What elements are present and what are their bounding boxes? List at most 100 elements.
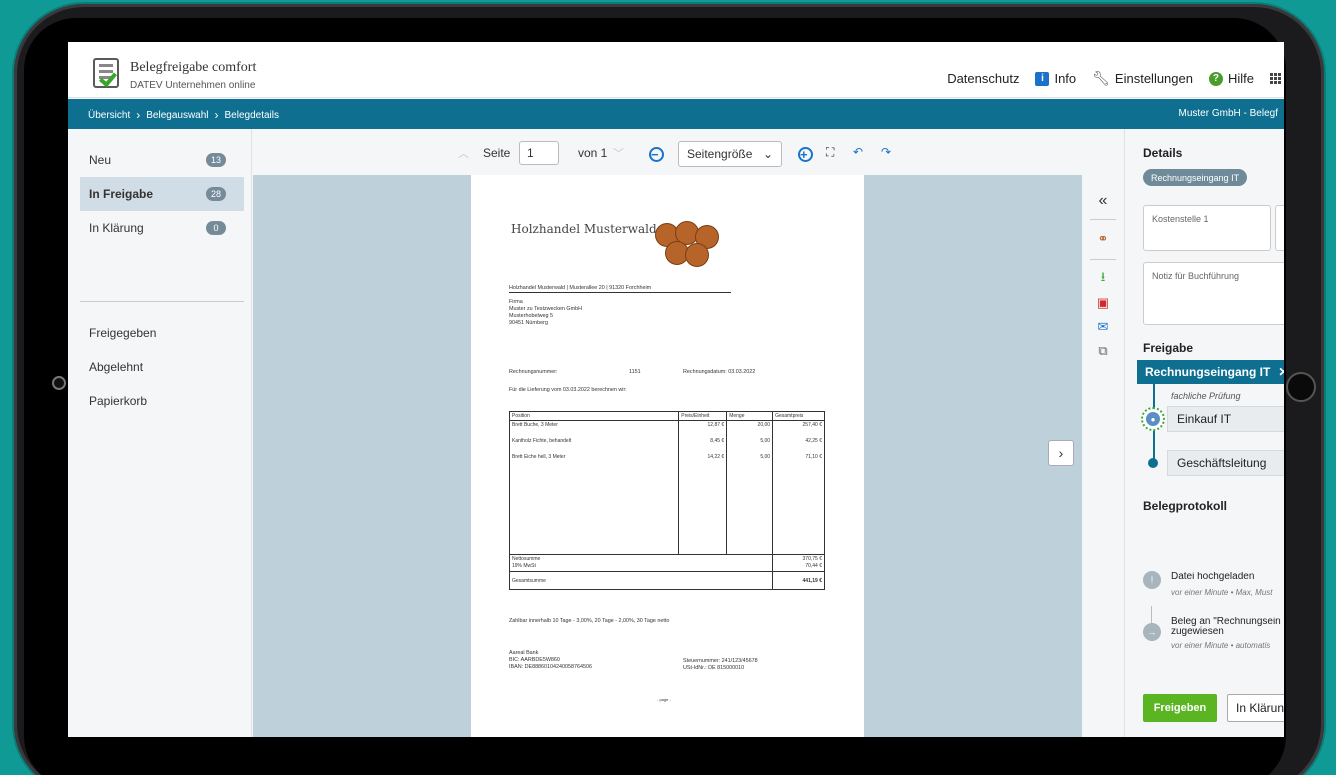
zoom-out-icon[interactable]: − — [649, 147, 664, 162]
tag-badge[interactable]: Rechnungseingang IT — [1143, 169, 1248, 186]
bank-line: IBAN: DE88860104240058764506 — [509, 664, 593, 670]
table-cell: Brett Buche, 3 Meter — [508, 420, 680, 437]
document-toolbar: ︿ Seite 1 von 1 ﹀ − Seitengröße ⌄ + ⛶ ↶ ↷ — [253, 129, 1082, 175]
download-icon[interactable]: ⭳ — [1094, 269, 1112, 287]
tablet-home-button — [1286, 372, 1316, 402]
settings-link-label: Einstellungen — [1114, 71, 1193, 86]
collapse-double-chevron-icon[interactable]: « — [1094, 192, 1112, 209]
copy-icon[interactable]: ⧉ — [1094, 343, 1112, 359]
invoice-company: Holzhandel Musterwald — [511, 222, 657, 236]
wrench-icon: 🔧︎ — [1092, 70, 1110, 86]
address-line: Musterhobelweg 5 — [509, 313, 554, 319]
app-screen: Belegfreigabe comfort DATEV Unternehmen … — [68, 42, 1284, 737]
chevron-up-icon[interactable]: ︿ — [458, 145, 469, 161]
table-row: Brett Buche, 3 Meter 12,87 € 20,00 257,4… — [508, 420, 825, 437]
invoice-address: Firma Muster zu Testzwecken GmbH Musterh… — [509, 299, 582, 327]
table-header: Preis/Einheit — [678, 411, 728, 421]
sidebar: Neu 13 In Freigabe 28 In Klärung 0 Freig… — [68, 129, 252, 737]
net-value: 370,75 € — [802, 556, 822, 562]
sidebar-item-approved[interactable]: Freigegeben — [80, 316, 244, 350]
table-cell: 257,40 € — [772, 420, 825, 437]
breadcrumb-bar: Übersicht › Belegauswahl › Belegdetails … — [68, 99, 1284, 129]
total-label: Gesamtsumme — [508, 571, 774, 590]
sidebar-item-in-clarification[interactable]: In Klärung 0 — [80, 211, 244, 245]
breadcrumb: Übersicht › Belegauswahl › Belegdetails — [88, 108, 279, 122]
settings-link[interactable]: 🔧︎ Einstellungen — [1092, 70, 1193, 87]
log-entry-title: Beleg an "Rechnungsein zugewiesen — [1171, 617, 1281, 637]
vat-value: 70,44 € — [805, 563, 822, 569]
sidebar-item-label: Papierkorb — [89, 394, 148, 408]
link-icon[interactable]: ⚭ — [1094, 231, 1112, 247]
sidebar-divider — [80, 301, 244, 302]
pdf-icon[interactable]: ▣ — [1094, 295, 1112, 311]
info-link[interactable]: i Info — [1035, 71, 1076, 86]
table-header: Position — [508, 411, 680, 421]
help-link-label: Hilfe — [1227, 71, 1254, 86]
workflow-chip[interactable]: Rechnungseingang IT ✕ — [1137, 360, 1284, 384]
mail-icon[interactable]: ✉︎ — [1094, 319, 1112, 335]
workflow-subtitle: fachliche Prüfung — [1171, 391, 1241, 401]
tablet-camera — [52, 376, 66, 390]
sidebar-item-trash[interactable]: Papierkorb — [80, 384, 244, 418]
table-cell: 5,00 — [726, 436, 774, 453]
count-badge: 13 — [205, 153, 226, 167]
subtotal-row: Nettosumme 19% MwSt 370,75 €70,44 € — [508, 554, 825, 572]
company-name: Muster GmbH - Belegf — [1178, 108, 1278, 119]
sidebar-item-in-approval[interactable]: In Freigabe 28 — [80, 177, 244, 211]
invoice-table: Position Preis/Einheit Menge Gesamtpreis… — [508, 411, 825, 590]
table-header: Menge — [726, 411, 774, 421]
next-document-button[interactable]: › — [1048, 440, 1074, 466]
rotate-right-icon[interactable]: ↷ — [881, 145, 891, 159]
page-number-input[interactable]: 1 — [519, 141, 559, 165]
cost-center-field[interactable]: Kostenstelle 1 — [1143, 205, 1271, 251]
privacy-link-label: Datenschutz — [947, 71, 1020, 86]
sidebar-item-label: Neu — [89, 153, 112, 167]
breadcrumb-details: Belegdetails — [224, 109, 279, 121]
zoom-in-icon[interactable]: + — [798, 147, 813, 162]
address-line: 90451 Nürnberg — [509, 320, 548, 326]
invoice-number-label: Rechnungsnummer: — [509, 369, 558, 375]
bank-line: Aareal Bank — [509, 650, 539, 656]
chevron-down-icon[interactable]: ﹀ — [613, 145, 624, 161]
close-icon[interactable]: ✕ — [1278, 365, 1284, 379]
app-logo-icon[interactable] — [93, 58, 119, 88]
clarify-button[interactable]: In Klärung — [1227, 694, 1284, 722]
table-cell: Brett Eiche hell, 3 Meter — [508, 452, 680, 469]
table-row: Kantholz Fichte, behandelt 8,45 € 5,00 4… — [508, 436, 825, 453]
zoom-mode-select[interactable]: Seitengröße ⌄ — [678, 141, 782, 167]
breadcrumb-selection[interactable]: Belegauswahl — [146, 110, 208, 121]
help-icon: ? — [1208, 71, 1223, 86]
table-cell: 14,22 € — [678, 452, 728, 469]
accounting-note-field[interactable]: Notiz für Buchführung — [1143, 262, 1284, 325]
secondary-field[interactable] — [1275, 205, 1284, 251]
log-heading: Belegprotokoll — [1143, 499, 1228, 513]
page-footer: - page - — [657, 697, 671, 702]
assign-arrow-icon: → — [1143, 623, 1161, 641]
invoice-intro: Für die Lieferung vom 03.03.2022 berechn… — [509, 387, 627, 393]
rotate-left-icon[interactable]: ↶ — [853, 145, 863, 159]
count-badge: 28 — [205, 187, 226, 201]
action-icon-strip: « ⚭ ⭳ ▣ ✉︎ ⧉ — [1082, 175, 1124, 737]
workflow-step-management[interactable]: Geschäftsleitung — [1167, 450, 1284, 476]
fullscreen-icon[interactable]: ⛶ — [826, 145, 834, 160]
approve-button[interactable]: Freigeben — [1143, 694, 1217, 722]
breadcrumb-overview[interactable]: Übersicht — [88, 110, 130, 121]
app-grid-icon[interactable] — [1270, 72, 1282, 85]
workflow-chip-label: Rechnungseingang IT — [1145, 365, 1271, 379]
workflow-step-purchasing[interactable]: Einkauf IT — [1167, 406, 1284, 432]
address-line: Firma — [509, 299, 523, 305]
table-cell: Kantholz Fichte, behandelt — [508, 436, 680, 453]
table-cell: 20,00 — [726, 420, 774, 437]
help-link[interactable]: ? Hilfe — [1208, 71, 1254, 86]
total-row: Gesamtsumme 441,19 € — [508, 571, 825, 590]
invoice-sender-line: Holzhandel Musterwald | Musterallee 20 |… — [509, 285, 731, 293]
invoice-page: Holzhandel Musterwald Holzhandel Musterw… — [471, 175, 864, 737]
table-cell: 8,45 € — [678, 436, 728, 453]
tax-details: Steuernummer: 241/123/45678 USt-IdNr.: D… — [683, 658, 758, 672]
privacy-link[interactable]: Datenschutz — [947, 71, 1019, 86]
strip-divider — [1090, 219, 1116, 220]
document-viewer: Holzhandel Musterwald Holzhandel Musterw… — [253, 175, 1082, 737]
sidebar-item-rejected[interactable]: Abgelehnt — [80, 350, 244, 384]
table-cell: 5,00 — [726, 452, 774, 469]
sidebar-item-new[interactable]: Neu 13 — [80, 143, 244, 177]
